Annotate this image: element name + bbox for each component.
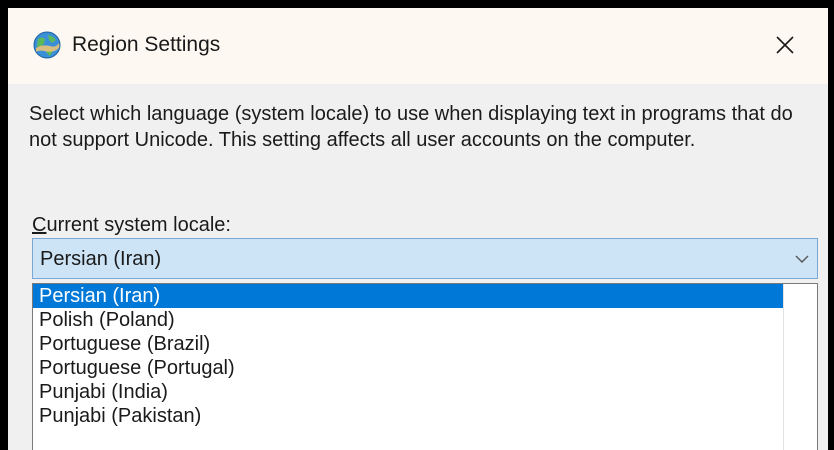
region-settings-dialog: Region Settings Select which language (s… [8,8,828,450]
close-icon [776,36,794,54]
locale-option[interactable]: Polish (Poland) [33,308,783,332]
globe-icon [33,31,61,59]
title-bar: Region Settings [8,8,828,84]
locale-description: Select which language (system locale) to… [29,103,793,151]
list-scrollbar[interactable] [783,284,817,450]
label-text: urrent system locale: [46,214,231,236]
system-locale-value: Persian (Iran) [40,248,162,270]
locale-options: Persian (Iran) Polish (Poland) Portugues… [33,284,783,428]
locale-option[interactable]: Persian (Iran) [33,284,783,308]
label-access-key: C [32,214,47,236]
chevron-down-icon [795,255,809,263]
locale-option[interactable]: Portuguese (Brazil) [33,332,783,356]
system-locale-select[interactable]: Persian (Iran) [32,238,818,279]
dialog-title: Region Settings [72,33,221,56]
current-system-locale-label: Current system locale: [32,212,231,238]
locale-options-list[interactable]: Persian (Iran) Polish (Poland) Portugues… [32,283,818,450]
locale-option[interactable]: Portuguese (Portugal) [33,356,783,380]
locale-option[interactable]: Punjabi (Pakistan) [33,404,783,428]
locale-option[interactable]: Punjabi (India) [33,380,783,404]
close-button[interactable] [760,24,810,66]
